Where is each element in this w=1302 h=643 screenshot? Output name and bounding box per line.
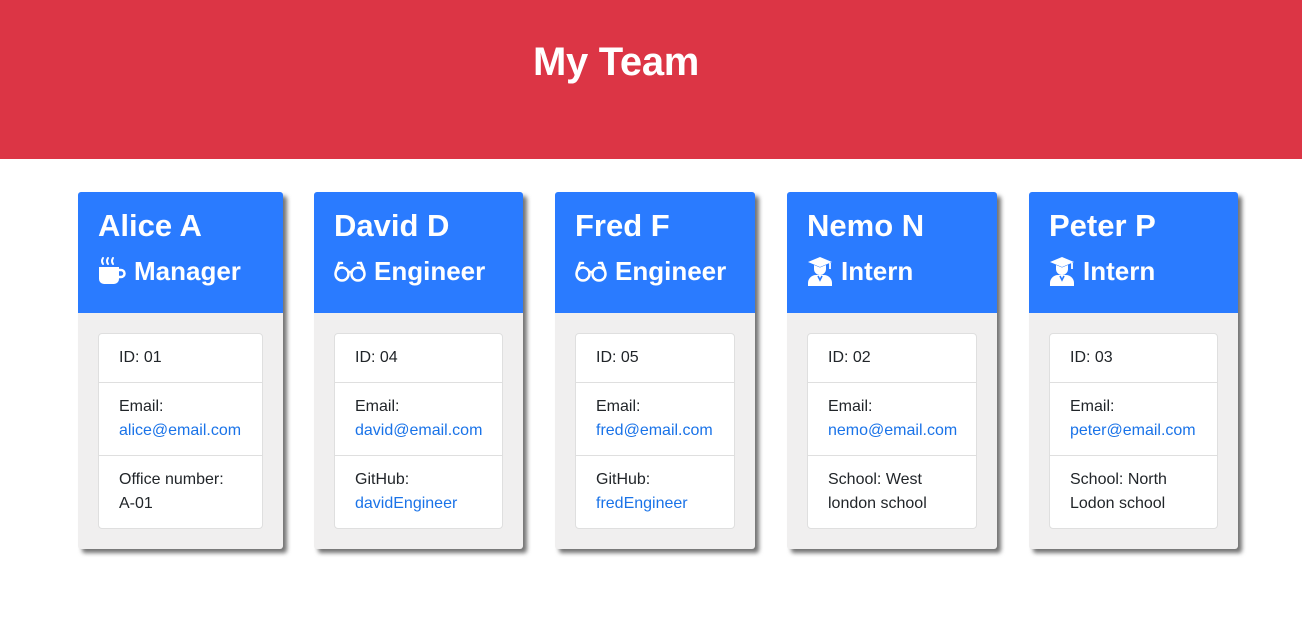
employee-role: Engineer [575, 254, 726, 288]
github-label: GitHub: [355, 471, 410, 488]
employee-name: Nemo N [807, 208, 925, 243]
employee-role: Intern [807, 254, 913, 288]
email-link[interactable]: fred@email.com [596, 419, 714, 443]
team-card-engineer: Fred F Engineer ID: 05 Email: fred@email… [555, 192, 755, 549]
glasses-icon [334, 258, 366, 284]
employee-role: Manager [98, 254, 241, 288]
role-label: Intern [1083, 256, 1156, 286]
info-list: ID: 01 Email: alice@email.com Office num… [98, 333, 263, 529]
role-label: Engineer [374, 256, 486, 286]
github-item: GitHub: fredEngineer [576, 455, 734, 528]
card-header: Fred F Engineer [555, 192, 755, 313]
card-header: Peter P Intern [1029, 192, 1238, 313]
card-header: David D Engineer [314, 192, 523, 313]
employee-id: ID: 05 [596, 349, 639, 366]
employee-role: Intern [1049, 254, 1155, 288]
card-header: Nemo N Intern [787, 192, 997, 313]
graduate-icon [1049, 256, 1075, 286]
github-label: GitHub: [596, 471, 651, 488]
employee-id: ID: 03 [1070, 349, 1113, 366]
email-item: Email: peter@email.com [1050, 382, 1217, 455]
employee-name: Alice A [98, 208, 202, 243]
info-list: ID: 02 Email: nemo@email.com School: Wes… [807, 333, 977, 529]
employee-name: Fred F [575, 208, 670, 243]
office-number-item: Office number: A-01 [99, 455, 262, 528]
employee-name: Peter P [1049, 208, 1156, 243]
info-list: ID: 04 Email: david@email.com GitHub: da… [334, 333, 503, 529]
email-link[interactable]: nemo@email.com [828, 419, 957, 443]
employee-id: ID: 04 [355, 349, 398, 366]
email-item: Email: nemo@email.com [808, 382, 976, 455]
info-list: ID: 05 Email: fred@email.com GitHub: fre… [575, 333, 735, 529]
email-label: Email: [355, 398, 400, 415]
office-number-label: Office number: [119, 471, 224, 488]
office-number-value: A-01 [119, 495, 153, 512]
email-label: Email: [119, 398, 164, 415]
email-label: Email: [828, 398, 873, 415]
info-list: ID: 03 Email: peter@email.com School: No… [1049, 333, 1218, 529]
email-item: Email: fred@email.com [576, 382, 734, 455]
github-link[interactable]: davidEngineer [355, 492, 482, 516]
employee-name: David D [334, 208, 450, 243]
coffee-icon [98, 256, 126, 286]
team-card-engineer: David D Engineer ID: 04 Email: david@ema… [314, 192, 523, 549]
role-label: Engineer [615, 256, 727, 286]
employee-id: ID: 01 [119, 349, 162, 366]
school-item: School: North Lodon school [1050, 455, 1217, 528]
github-link[interactable]: fredEngineer [596, 492, 714, 516]
role-label: Manager [134, 256, 241, 286]
email-item: Email: alice@email.com [99, 382, 262, 455]
page-header: My Team [0, 0, 1302, 159]
email-link[interactable]: david@email.com [355, 419, 482, 443]
team-card-intern: Nemo N Intern ID: 02 Email: nemo@email.c… [787, 192, 997, 549]
role-label: Intern [841, 256, 914, 286]
school-item: School: West london school [808, 455, 976, 528]
team-card-intern: Peter P Intern ID: 03 Email: peter@email… [1029, 192, 1238, 549]
card-header: Alice A Manager [78, 192, 283, 313]
graduate-icon [807, 256, 833, 286]
email-label: Email: [1070, 398, 1115, 415]
email-link[interactable]: peter@email.com [1070, 419, 1197, 443]
email-item: Email: david@email.com [335, 382, 502, 455]
glasses-icon [575, 258, 607, 284]
employee-id: ID: 02 [828, 349, 871, 366]
github-item: GitHub: davidEngineer [335, 455, 502, 528]
employee-role: Engineer [334, 254, 485, 288]
email-link[interactable]: alice@email.com [119, 419, 242, 443]
email-label: Email: [596, 398, 641, 415]
team-card-manager: Alice A Manager ID: 01 Email: alice@emai… [78, 192, 283, 549]
page-title: My Team [532, 40, 700, 84]
